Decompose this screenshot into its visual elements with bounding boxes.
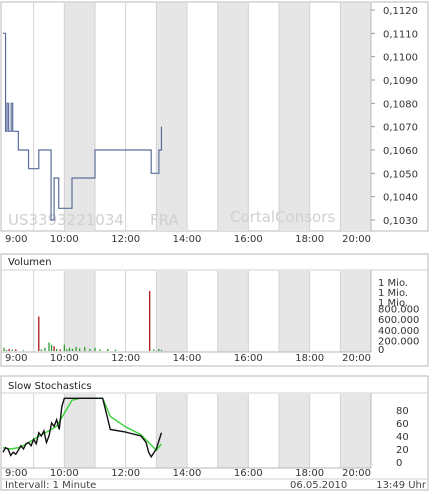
volume-x-tick-label: 10:00: [50, 353, 79, 364]
stoch-y-tick-label: 60: [396, 419, 409, 430]
chart-stage: 0,1030 0,1040 0,1050 0,1060 0,1070 0,1080 0,10…: [0, 0, 432, 494]
price-shade-band: [64, 3, 95, 231]
price-y-tick-label: 0,1050: [383, 169, 418, 180]
watermark-brand: CortalConsors: [230, 208, 335, 226]
price-y-tick-label: 0,1080: [383, 99, 418, 110]
price-x-tick-label: 20:00: [342, 234, 371, 245]
volume-x-tick-label: 18:00: [295, 353, 324, 364]
price-x-tick-label: 12:00: [111, 234, 140, 245]
volume-shade-band: [217, 271, 249, 352]
price-y-tick-label: 0,1030: [383, 216, 418, 227]
stoch-shade-band: [217, 394, 249, 468]
stoch-shade-band: [279, 394, 310, 468]
volume-x-tick-label: 14:00: [173, 353, 202, 364]
price-y-tick-label: 0,1100: [383, 53, 418, 64]
stoch-x-tick-label: 12:00: [111, 468, 140, 479]
stoch-y-tick-label: 80: [396, 406, 409, 417]
price-x-tick-label: 14:00: [173, 234, 202, 245]
interval-label: Intervall: 1 Minute: [5, 480, 96, 491]
chart-canvas: 0,1030 0,1040 0,1050 0,1060 0,1070 0,1080 0,10…: [0, 1, 429, 491]
volume-y-tick-label: 200.000: [378, 336, 419, 347]
price-shade-band: [217, 3, 249, 231]
stoch-x-tick-label: 14:00: [173, 468, 202, 479]
stoch-y-tick-label: 0: [396, 458, 402, 469]
footer-date: 06.05.2010: [290, 480, 347, 491]
stoch-shade-band: [340, 394, 371, 468]
price-y-tick-label: 0,1070: [383, 123, 418, 134]
price-shade-band: [340, 3, 371, 231]
price-shade-band: [279, 3, 310, 231]
volume-x-tick-label: 16:00: [234, 353, 263, 364]
volume-x-tick-label: 12:00: [111, 353, 140, 364]
volume-x-tick-label: 20:00: [342, 353, 371, 364]
price-x-tick-label: 9:00: [5, 234, 27, 245]
price-x-tick-label: 16:00: [234, 234, 263, 245]
stoch-x-tick-label: 9:00: [5, 468, 27, 479]
watermark-exchange: FRA: [150, 211, 179, 229]
price-x-tick-label: 18:00: [295, 234, 324, 245]
volume-shade-band: [156, 271, 187, 352]
volume-y-tick-label: 400.000: [378, 326, 419, 337]
stoch-title: Slow Stochastics: [8, 381, 92, 392]
price-y-tick-label: 0,1090: [383, 76, 418, 87]
volume-shade-band: [279, 271, 310, 352]
stoch-shade-band: [156, 394, 187, 468]
price-y-tick-label: 0,1060: [383, 146, 418, 157]
price-y-tick-label: 0,1120: [383, 6, 418, 17]
volume-x-tick-label: 9:00: [5, 353, 27, 364]
price-x-tick-label: 10:00: [50, 234, 79, 245]
price-shade-band: [156, 3, 187, 231]
stoch-x-tick-label: 16:00: [234, 468, 263, 479]
stoch-x-tick-label: 18:00: [295, 468, 324, 479]
price-y-tick-label: 0,1040: [383, 193, 418, 204]
volume-shade-band: [340, 271, 371, 352]
volume-title: Volumen: [8, 257, 52, 268]
watermark-symbol: US3393221034: [8, 211, 124, 229]
stoch-x-tick-label: 20:00: [342, 468, 371, 479]
stoch-x-tick-label: 10:00: [50, 468, 79, 479]
volume-y-tick-label: 600.000: [378, 315, 419, 326]
stoch-y-tick-label: 40: [396, 432, 409, 443]
price-y-tick-label: 0,1110: [383, 29, 418, 40]
volume-shade-band: [64, 271, 95, 352]
footer-time: 13:49 Uhr: [376, 480, 427, 491]
volume-y-tick-label: 1 Mio.: [378, 298, 408, 309]
stoch-y-tick-label: 20: [396, 445, 409, 456]
